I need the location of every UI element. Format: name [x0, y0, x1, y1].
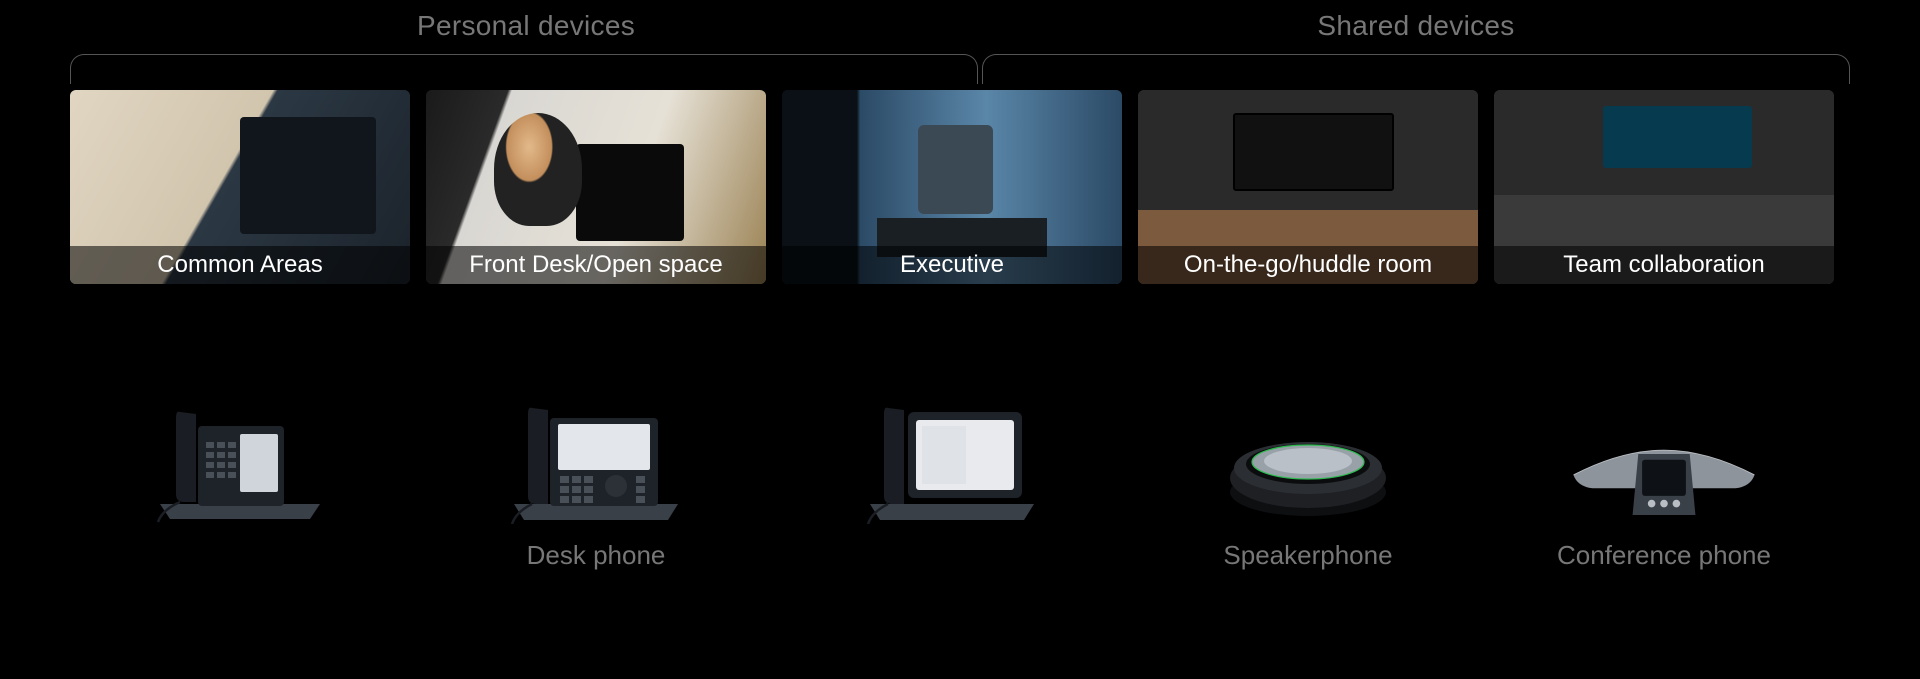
desk-phone-icon: [496, 384, 696, 524]
scenario-huddle-room: On-the-go/huddle room: [1138, 90, 1478, 284]
category-shared-label: Shared devices: [982, 10, 1850, 42]
device-speakerphone: Speakerphone: [1138, 384, 1478, 574]
desk-phone-icon: [140, 384, 340, 524]
category-headers: Personal devices Shared devices: [70, 10, 1850, 50]
category-brackets: [70, 54, 1850, 84]
scenario-caption: Front Desk/Open space: [426, 246, 766, 284]
scenario-front-desk: Front Desk/Open space: [426, 90, 766, 284]
scenario-executive: Executive: [782, 90, 1122, 284]
bracket-shared-icon: [982, 54, 1850, 84]
scenario-team-collab: Team collaboration: [1494, 90, 1834, 284]
scenario-caption: On-the-go/huddle room: [1138, 246, 1478, 284]
scenario-row: Common Areas Front Desk/Open space Execu…: [70, 90, 1850, 284]
category-personal-label: Personal devices: [70, 10, 982, 42]
conference-phone-icon: [1564, 384, 1764, 524]
scenario-caption: Common Areas: [70, 246, 410, 284]
device-thumb: [1564, 384, 1764, 524]
device-thumb: [852, 384, 1052, 524]
device-desk-phone-basic: [70, 384, 410, 574]
speakerphone-icon: [1208, 384, 1408, 524]
device-label: Speakerphone: [1223, 540, 1392, 574]
scenario-common-areas: Common Areas: [70, 90, 410, 284]
desk-phone-icon: [852, 384, 1052, 524]
scenario-caption: Executive: [782, 246, 1122, 284]
device-thumb: [1208, 384, 1408, 524]
device-label: Desk phone: [527, 540, 666, 574]
device-thumb: [496, 384, 696, 524]
device-row: Desk phone: [70, 384, 1850, 574]
device-conference-phone: Conference phone: [1494, 384, 1834, 574]
device-desk-phone-touch: [782, 384, 1122, 574]
layout-root: Personal devices Shared devices Common A…: [0, 0, 1920, 679]
bracket-personal-icon: [70, 54, 978, 84]
device-thumb: [140, 384, 340, 524]
device-desk-phone-buttons: Desk phone: [426, 384, 766, 574]
scenario-caption: Team collaboration: [1494, 246, 1834, 284]
device-label: Conference phone: [1557, 540, 1771, 574]
